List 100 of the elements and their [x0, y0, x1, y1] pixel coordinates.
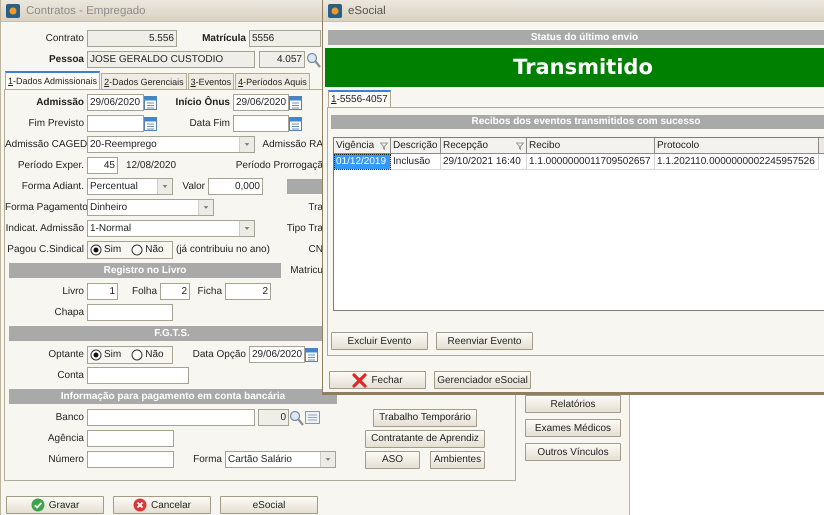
- disabled-field: [287, 179, 323, 194]
- number-field[interactable]: 0,000: [208, 178, 263, 195]
- field-label: Admissão: [35, 97, 85, 108]
- date-field[interactable]: [233, 115, 289, 132]
- text-field[interactable]: [87, 304, 173, 321]
- field-label: Admissão RA: [262, 139, 323, 150]
- calendar-icon[interactable]: [289, 116, 302, 130]
- field-label: Banco: [54, 412, 85, 423]
- button[interactable]: Outros Vínculos: [525, 443, 621, 461]
- dropdown[interactable]: 20-Reemprego: [87, 136, 255, 153]
- radio-option[interactable]: Não: [131, 348, 164, 360]
- date-text: 12/08/2020: [126, 160, 176, 171]
- number-field[interactable]: 2: [160, 283, 190, 300]
- column-header[interactable]: Descrição: [391, 138, 441, 154]
- button[interactable]: Exames Médicos: [525, 419, 621, 437]
- field-label: Livro: [61, 286, 85, 297]
- field-label: Tipo Tra: [286, 223, 323, 234]
- check-icon: [30, 498, 45, 512]
- field-label: Data Opção: [192, 349, 247, 360]
- field-label: Forma Pagamento: [5, 202, 87, 213]
- tab[interactable]: 1-5556-4057: [328, 90, 391, 107]
- date-field[interactable]: [87, 115, 144, 132]
- tab[interactable]: 1-Dados Admissionais: [5, 71, 100, 89]
- field-label: Forma: [192, 454, 223, 465]
- section-header: Informação para pagamento em conta bancária: [9, 389, 337, 404]
- caret-icon: [239, 137, 254, 152]
- filter-icon[interactable]: [380, 142, 388, 150]
- field-label: Valor: [181, 181, 206, 192]
- radio-option[interactable]: Sim: [90, 348, 122, 360]
- field-label: Número: [47, 454, 85, 465]
- dropdown[interactable]: Dinheiro: [87, 199, 214, 216]
- tab[interactable]: 4-Períodos Aquis: [235, 73, 310, 89]
- text-field[interactable]: [87, 430, 174, 447]
- text-field[interactable]: JOSE GERALDO CUSTODIO: [87, 51, 255, 68]
- caret-icon: [239, 221, 254, 236]
- field-label: Forma Adiant.: [20, 181, 85, 192]
- field-label: Agência: [46, 433, 85, 444]
- status-banner: Transmitido: [325, 48, 824, 87]
- table-cell: 01/12/2019: [334, 154, 391, 170]
- button[interactable]: Ambientes: [430, 450, 485, 468]
- calendar-icon[interactable]: [144, 96, 157, 110]
- text-field[interactable]: [87, 367, 189, 384]
- text-field[interactable]: 4.057: [259, 51, 305, 68]
- column-header[interactable]: Recepção: [441, 138, 527, 154]
- app-logo-icon: [328, 4, 342, 18]
- section-header: Recibos dos eventos transmitidos com sucesso: [331, 115, 824, 129]
- field-label: Contrato: [44, 33, 85, 44]
- note-text: (já contribuiu no ano): [176, 244, 270, 255]
- number-field[interactable]: 2: [225, 283, 271, 300]
- tab[interactable]: 2-Dados Gerenciais: [101, 73, 187, 89]
- dropdown[interactable]: Percentual: [87, 178, 173, 195]
- field-label: Ficha: [196, 286, 223, 297]
- field-label: Fim Previsto: [27, 118, 85, 129]
- button[interactable]: Gerenciador eSocial: [434, 371, 531, 389]
- calendar-icon[interactable]: [305, 348, 318, 362]
- text-field[interactable]: [87, 451, 174, 468]
- number-field[interactable]: 1: [87, 283, 118, 300]
- date-field[interactable]: 29/06/2020: [249, 346, 305, 363]
- field-label: Tra: [308, 202, 323, 213]
- dropdown[interactable]: 1-Normal: [87, 220, 255, 237]
- field-label: Matrícula: [201, 33, 247, 44]
- button[interactable]: Contratante de Aprendiz: [365, 430, 485, 448]
- column-header[interactable]: Vigência: [334, 138, 391, 154]
- button[interactable]: eSocial: [220, 496, 318, 514]
- text-field[interactable]: 5556: [249, 30, 321, 47]
- calendar-icon[interactable]: [289, 96, 302, 110]
- cancel-icon: [132, 498, 147, 512]
- field-label: Admissão CAGED: [5, 139, 87, 150]
- field-label: Início Ônus: [174, 97, 231, 108]
- button[interactable]: ASO: [365, 450, 420, 468]
- button[interactable]: Trabalho Temporário: [373, 408, 477, 426]
- number-field[interactable]: 45: [87, 157, 118, 174]
- button[interactable]: Cancelar: [113, 496, 211, 514]
- button[interactable]: Reenviar Evento: [436, 332, 533, 350]
- field-label: Data Fim: [188, 118, 231, 129]
- radio-option[interactable]: Não: [131, 244, 164, 256]
- column-header[interactable]: Protocolo: [655, 138, 819, 154]
- button[interactable]: Excluir Evento: [331, 332, 428, 350]
- field-label: Matricu: [290, 265, 323, 276]
- calendar-icon[interactable]: [144, 116, 157, 130]
- search-icon[interactable]: [306, 52, 321, 68]
- filter-icon[interactable]: [516, 142, 524, 150]
- column-header[interactable]: Recibo: [527, 138, 655, 154]
- list-icon[interactable]: [305, 411, 320, 424]
- date-field[interactable]: 29/06/2020: [233, 94, 289, 111]
- window-title: eSocial: [348, 4, 386, 16]
- date-field[interactable]: 29/06/2020: [87, 94, 144, 111]
- radio-option[interactable]: Sim: [90, 244, 122, 256]
- search-icon[interactable]: [289, 410, 304, 426]
- caret-icon: [320, 452, 335, 467]
- button[interactable]: Fechar: [329, 371, 426, 389]
- button[interactable]: Gravar: [6, 496, 104, 514]
- button[interactable]: Relatórios: [525, 395, 621, 413]
- tab[interactable]: 3-Eventos: [188, 73, 234, 89]
- window-title: Contratos - Empregado: [26, 4, 146, 16]
- text-field[interactable]: [87, 409, 255, 426]
- text-field[interactable]: 5.556: [87, 30, 177, 47]
- dropdown[interactable]: Cartão Salário: [225, 451, 336, 468]
- number-field[interactable]: 0: [258, 409, 289, 426]
- field-label: Pessoa: [48, 54, 85, 65]
